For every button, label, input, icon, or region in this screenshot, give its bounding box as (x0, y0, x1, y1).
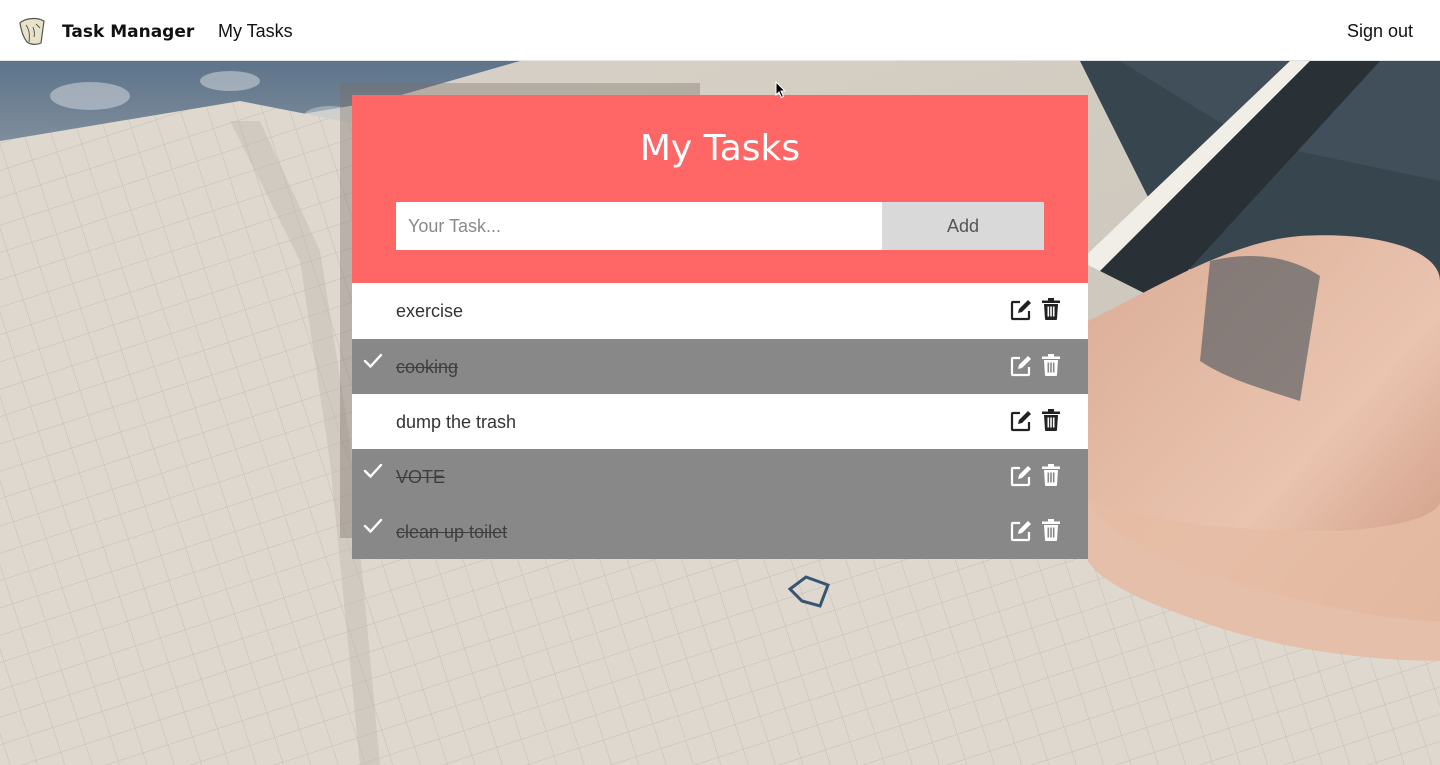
trash-icon[interactable] (1042, 354, 1060, 376)
page-title: My Tasks (639, 128, 801, 169)
check-icon (362, 351, 384, 371)
task-text[interactable]: cooking (396, 356, 458, 378)
nav-link-my-tasks[interactable]: My Tasks (218, 20, 293, 42)
edit-icon[interactable] (1010, 355, 1032, 377)
card-header: My Tasks Add (352, 95, 1088, 283)
task-text[interactable]: VOTE (396, 466, 445, 488)
edit-icon[interactable] (1010, 299, 1032, 321)
check-icon (362, 461, 384, 481)
task-text[interactable]: dump the trash (396, 411, 516, 433)
task-text[interactable]: clean up toilet (396, 521, 507, 543)
edit-icon[interactable] (1010, 410, 1032, 432)
mouse-cursor-icon (775, 81, 787, 99)
task-row[interactable]: VOTE (352, 449, 1088, 504)
task-row[interactable]: dump the trash (352, 394, 1088, 449)
trash-icon[interactable] (1042, 298, 1060, 320)
sign-out-link[interactable]: Sign out (1347, 20, 1413, 42)
task-row[interactable]: cooking (352, 339, 1088, 394)
task-list: exercise cooking dump the trash VOTE clean u… (352, 283, 1088, 559)
trash-icon[interactable] (1042, 519, 1060, 541)
tasks-card: My Tasks Add exercise cooking dump the tra… (352, 95, 1088, 559)
task-input[interactable] (396, 202, 882, 250)
brand-name[interactable]: Task Manager (62, 21, 194, 43)
task-row[interactable]: clean up toilet (352, 504, 1088, 559)
trash-icon[interactable] (1042, 464, 1060, 486)
task-text[interactable]: exercise (396, 300, 463, 322)
check-icon (362, 516, 384, 536)
edit-icon[interactable] (1010, 520, 1032, 542)
task-row[interactable]: exercise (352, 283, 1088, 339)
edit-icon[interactable] (1010, 465, 1032, 487)
feather-logo-icon[interactable] (17, 15, 47, 47)
trash-icon[interactable] (1042, 409, 1060, 431)
add-button[interactable]: Add (882, 202, 1044, 250)
top-navbar: Task Manager My Tasks Sign out (0, 0, 1440, 61)
